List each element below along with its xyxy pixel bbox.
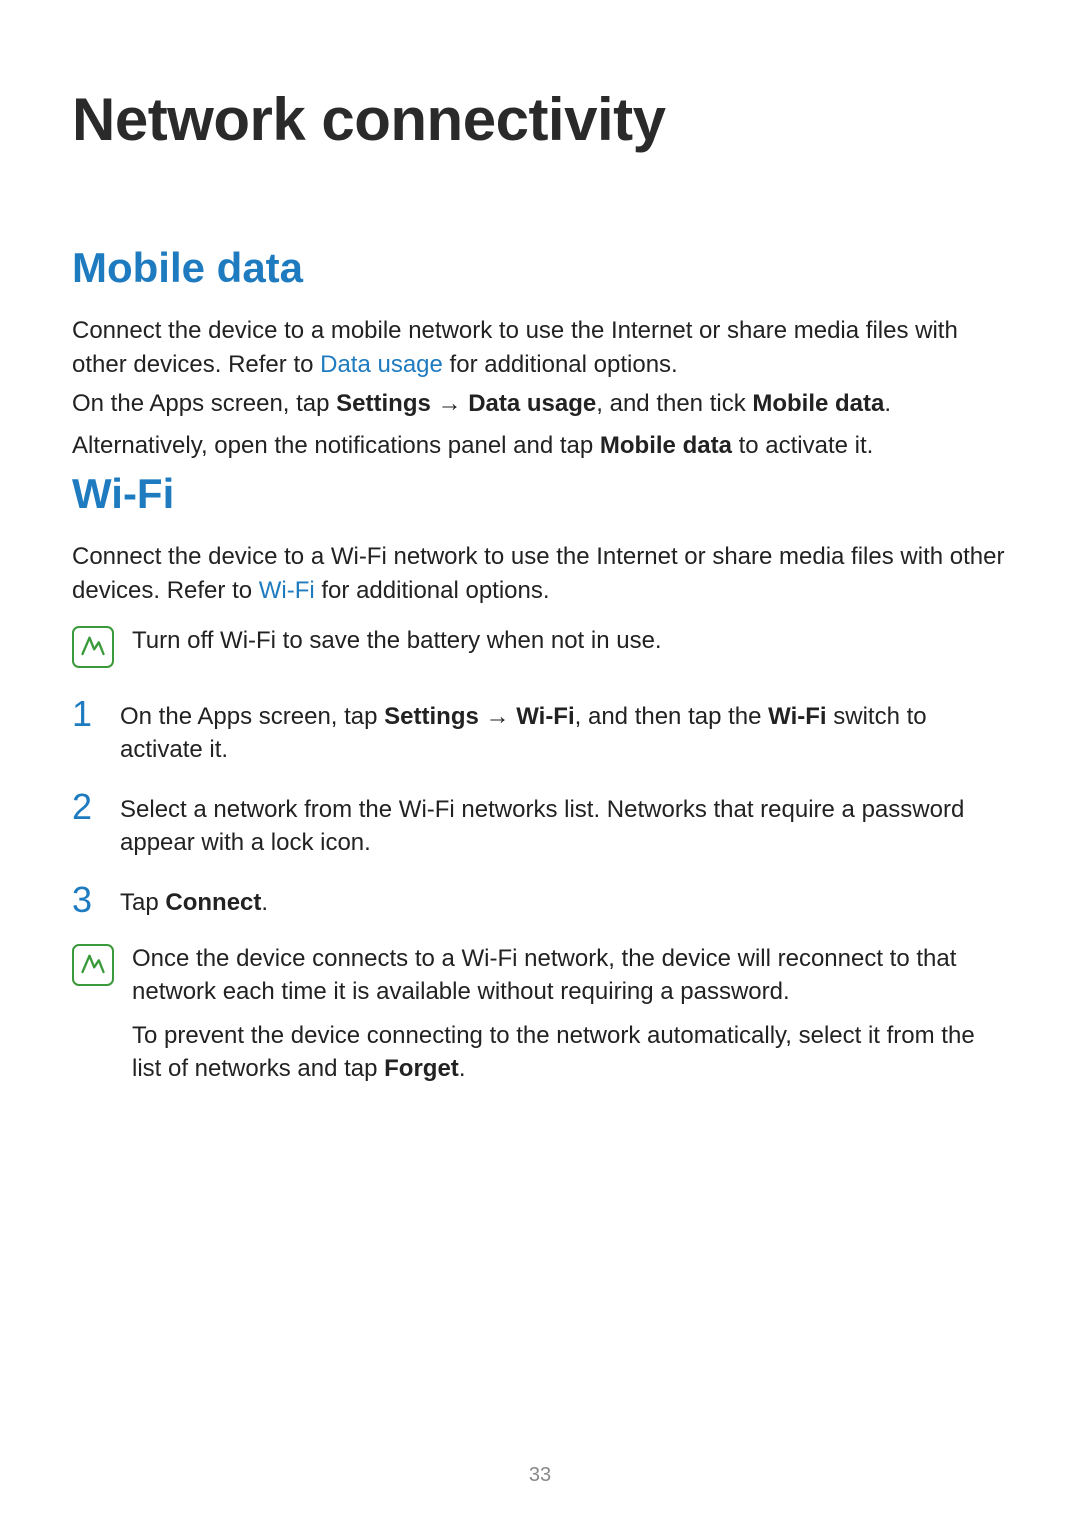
note-tip-1: Turn off Wi-Fi to save the battery when … [72,624,1008,668]
page-title: Network connectivity [72,85,1008,154]
step-text: Select a network from the Wi-Fi networks… [120,789,1008,860]
label-forget: Forget [384,1055,459,1082]
text: to activate it. [732,432,873,459]
text: , and then tick [596,390,752,417]
text: → [431,390,468,417]
text: To prevent the device connecting to the … [132,1022,975,1083]
wifi-steps: 1 On the Apps screen, tap Settings → Wi-… [72,696,1008,920]
note-icon [72,944,114,986]
mobile-data-instruction-1: On the Apps screen, tap Settings → Data … [72,387,1008,421]
step-number: 3 [72,882,100,918]
text: Alternatively, open the notifications pa… [72,432,600,459]
page-number: 33 [0,1464,1080,1487]
text: → [479,703,516,730]
label-wifi: Wi-Fi [768,703,826,730]
step-item: 1 On the Apps screen, tap Settings → Wi-… [72,696,1008,767]
link-data-usage[interactable]: Data usage [320,351,443,378]
label-data-usage: Data usage [468,390,596,417]
note-text: Turn off Wi-Fi to save the battery when … [132,624,1008,658]
link-wifi[interactable]: Wi-Fi [259,577,315,604]
note-tip-2: Once the device connects to a Wi-Fi netw… [72,942,1008,1096]
section-heading-wifi: Wi-Fi [72,470,1008,518]
label-wifi: Wi-Fi [516,703,574,730]
mobile-data-intro: Connect the device to a mobile network t… [72,314,1008,381]
step-item: 2 Select a network from the Wi-Fi networ… [72,789,1008,860]
section-heading-mobile-data: Mobile data [72,244,1008,292]
text: Select a network from the Wi-Fi networks… [120,796,964,857]
label-mobile-data: Mobile data [600,432,732,459]
note-text: Once the device connects to a Wi-Fi netw… [132,942,1008,1009]
step-text: On the Apps screen, tap Settings → Wi-Fi… [120,696,1008,767]
note-icon [72,626,114,668]
text: On the Apps screen, tap [120,703,384,730]
text: . [261,889,268,916]
text: for additional options. [315,577,550,604]
step-number: 1 [72,696,100,732]
label-settings: Settings [336,390,431,417]
step-text: Tap Connect. [120,882,1008,920]
label-connect: Connect [165,889,261,916]
note-text: To prevent the device connecting to the … [132,1019,1008,1086]
text: . [459,1055,466,1082]
label-mobile-data: Mobile data [752,390,884,417]
text: On the Apps screen, tap [72,390,336,417]
text: for additional options. [443,351,678,378]
step-number: 2 [72,789,100,825]
text: . [884,390,891,417]
step-item: 3 Tap Connect. [72,882,1008,920]
mobile-data-instruction-2: Alternatively, open the notifications pa… [72,429,1008,463]
wifi-intro: Connect the device to a Wi-Fi network to… [72,540,1008,607]
text: Tap [120,889,165,916]
label-settings: Settings [384,703,479,730]
text: , and then tap the [575,703,769,730]
